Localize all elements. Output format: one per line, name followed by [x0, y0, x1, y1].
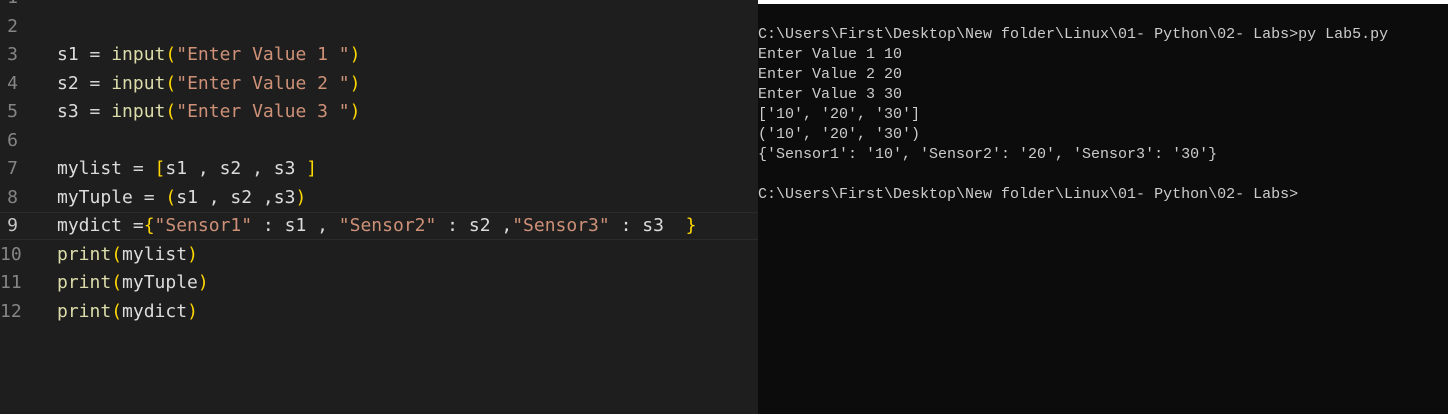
line-number: 4 — [7, 72, 18, 94]
code-line[interactable]: 2 — [0, 13, 758, 41]
code-token: s1 , s2 ,s3 — [176, 186, 296, 208]
code-token: : s3 — [609, 215, 686, 236]
code-text: myTuple = (s1 , s2 ,s3) — [57, 184, 306, 212]
terminal-line: Enter Value 1 10 — [758, 46, 903, 63]
code-editor[interactable]: 123s1 = input("Enter Value 1 ")4s2 = inp… — [0, 0, 758, 414]
code-line[interactable]: 12 print(mydict) — [0, 298, 758, 326]
line-number: 1 — [0, 0, 18, 12]
code-token: "Sensor2" — [338, 215, 437, 236]
code-token: = — [89, 101, 112, 122]
code-token: = — [143, 186, 166, 208]
code-token: ] — [306, 158, 318, 179]
code-token: [ — [154, 158, 166, 179]
terminal-line: C:\Users\First\Desktop\New folder\Linux\… — [758, 186, 1299, 203]
code-token: ) — [349, 101, 361, 122]
code-line[interactable]: 4 s2 = input("Enter Value 2 ") — [0, 70, 758, 98]
code-token: mylist — [57, 158, 133, 179]
code-token: = — [89, 72, 112, 94]
terminal-line: {'Sensor1': '10', 'Sensor2': '20', 'Sens… — [758, 146, 1218, 163]
code-token: = — [89, 44, 112, 65]
code-token: : s1 , — [252, 215, 339, 236]
terminal-line: C:\Users\First\Desktop\New folder\Linux\… — [758, 26, 1389, 43]
code-text: print(myTuple) — [57, 269, 209, 297]
code-line[interactable]: 11 print(myTuple) — [0, 269, 758, 297]
code-token: = — [132, 158, 155, 179]
code-token: ( — [165, 186, 177, 208]
code-line[interactable]: 8 myTuple = (s1 , s2 ,s3) — [0, 184, 758, 212]
code-token: ( — [111, 243, 123, 265]
code-token: print — [57, 243, 112, 265]
code-token: "Enter Value 1 " — [176, 44, 350, 65]
code-text: s1 = input("Enter Value 1 ") — [57, 41, 360, 69]
code-token: input — [111, 72, 166, 94]
code-token: "Enter Value 3 " — [176, 101, 350, 122]
code-text: print(mylist) — [57, 241, 198, 269]
code-token: input — [111, 44, 166, 65]
code-token: s1 — [57, 44, 90, 65]
code-line[interactable]: 3 s1 = input("Enter Value 1 ") — [0, 41, 758, 69]
code-token: { — [143, 215, 155, 236]
line-number: 9 — [7, 215, 18, 236]
code-token: myTuple — [57, 186, 144, 208]
code-token: s1 , s2 , s3 — [165, 158, 307, 179]
line-number: 2 — [7, 15, 18, 37]
code-token: ( — [111, 300, 123, 322]
code-text: s2 = input("Enter Value 2 ") — [57, 70, 360, 98]
line-number: 6 — [7, 129, 18, 151]
code-token: mylist — [122, 243, 188, 265]
code-token: ) — [349, 44, 361, 65]
terminal-line: Enter Value 3 30 — [758, 86, 903, 103]
code-token: = — [132, 215, 144, 236]
code-token: s2 — [57, 72, 90, 94]
code-token: ) — [187, 300, 198, 322]
code-token: } — [685, 215, 697, 236]
line-number: 11 — [0, 272, 22, 293]
code-line[interactable]: 6 — [0, 127, 758, 155]
code-token: myTuple — [122, 272, 198, 293]
code-line[interactable]: 1 — [0, 0, 758, 12]
code-text: mylist = [s1 , s2 , s3 ] — [57, 155, 317, 183]
code-token: : s2 , — [436, 215, 513, 236]
code-token: ) — [197, 272, 209, 293]
code-text: s3 = input("Enter Value 3 ") — [57, 98, 360, 126]
code-token: ) — [349, 72, 361, 94]
code-token: print — [57, 300, 112, 322]
terminal-line: ['10', '20', '30'] — [758, 106, 921, 123]
code-token: print — [57, 272, 112, 293]
code-text: print(mydict) — [57, 298, 198, 326]
line-number: 12 — [0, 300, 22, 322]
line-number: 8 — [7, 186, 18, 208]
code-token: s3 — [57, 101, 90, 122]
line-number: 5 — [7, 101, 18, 122]
code-token: ) — [187, 243, 198, 265]
code-token: "Enter Value 2 " — [176, 72, 350, 94]
code-line[interactable]: 10 print(mylist) — [0, 241, 758, 269]
terminal-window[interactable]: C:\Users\First\Desktop\New folder\Linux\… — [758, 0, 1448, 414]
code-text: mydict ={"Sensor1" : s1 , "Sensor2" : s2… — [57, 213, 696, 239]
code-token: ) — [295, 186, 307, 208]
code-line[interactable]: 5 s3 = input("Enter Value 3 ") — [0, 98, 758, 126]
code-token: ( — [165, 101, 177, 122]
terminal-line: Enter Value 2 20 — [758, 66, 903, 83]
code-line[interactable]: 9 mydict ={"Sensor1" : s1 , "Sensor2" : s… — [0, 212, 758, 240]
line-number: 7 — [7, 158, 18, 179]
code-token: ( — [165, 44, 177, 65]
code-token: ( — [111, 272, 123, 293]
code-token: input — [111, 101, 166, 122]
terminal-line: ('10', '20', '30') — [758, 126, 921, 143]
line-number: 3 — [7, 44, 18, 65]
code-token: "Sensor3" — [512, 215, 610, 236]
code-token: ( — [165, 72, 177, 94]
line-number: 10 — [0, 243, 22, 265]
code-line[interactable]: 7 mylist = [s1 , s2 , s3 ] — [0, 155, 758, 183]
code-token: mydict — [122, 300, 188, 322]
code-token: "Sensor1" — [154, 215, 253, 236]
code-token: mydict — [57, 215, 133, 236]
